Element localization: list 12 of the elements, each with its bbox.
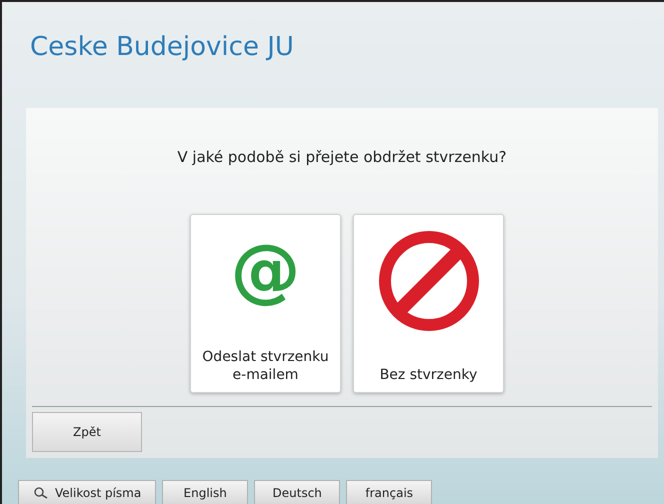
app-title: Ceske Budejovice JU [29,31,295,64]
question-text: V jaké podobě si přejete obdržet stvrzenku? [176,147,508,168]
language-button[interactable]: English [162,480,248,504]
prohibited-sign-icon [376,229,480,333]
magnifier-icon [33,486,49,498]
language-button[interactable]: français [346,480,432,504]
font-size-button[interactable]: Velikost písma [18,480,156,504]
at-sign-icon: @ [230,235,300,305]
back-button[interactable]: Zpět [32,412,142,452]
language-button[interactable]: Deutsch [254,480,340,504]
no-receipt-button[interactable]: Bez stvrzenky [353,214,504,393]
email-receipt-button[interactable]: @ Odeslat stvrzenku e-mailem [190,214,341,393]
